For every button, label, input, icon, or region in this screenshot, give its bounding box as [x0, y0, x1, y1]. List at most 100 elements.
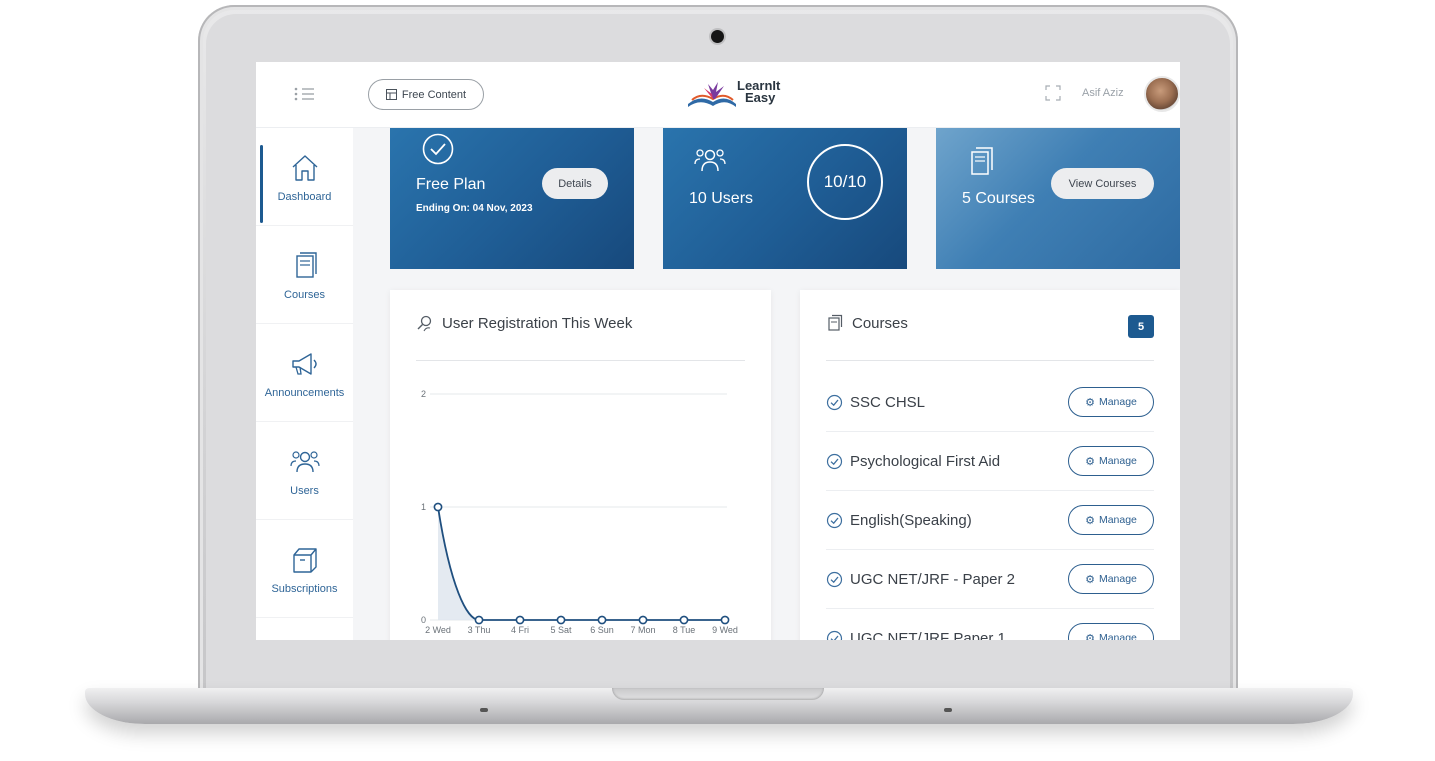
book-icon — [295, 251, 317, 278]
manage-button[interactable]: ⚙ Manage — [1068, 564, 1154, 594]
manage-button[interactable]: ⚙ Manage — [1068, 505, 1154, 535]
laptop-foot — [944, 708, 952, 712]
course-name[interactable]: UGC NET/JRF - Paper 2 — [850, 571, 1068, 588]
y-tick-label: 1 — [421, 502, 426, 512]
sidebar-item-users[interactable]: Users — [256, 422, 353, 520]
sidebar-item-courses[interactable]: Courses — [256, 226, 353, 324]
user-search-icon — [417, 315, 432, 332]
users-ratio-ring: 10/10 — [807, 144, 883, 220]
webcam-icon — [711, 30, 724, 43]
menu-toggle-icon[interactable] — [294, 86, 318, 102]
data-point — [556, 615, 566, 625]
users-card: 10 Users 10/10 — [663, 128, 907, 269]
data-point — [597, 615, 607, 625]
courses-count-badge: 5 — [1128, 315, 1154, 338]
megaphone-icon — [291, 352, 317, 375]
sidebar-item-label: Users — [290, 484, 319, 497]
gear-icon: ⚙ — [1085, 632, 1095, 641]
y-tick-label: 0 — [421, 615, 426, 625]
x-tick-label: 7 Mon — [630, 625, 655, 635]
sidebar-item-subscriptions[interactable]: Subscriptions — [256, 520, 353, 618]
top-bar: Free Content LearnIt Easy Asif Aziz — [256, 62, 1180, 128]
course-name[interactable]: UGC NET/JRF Paper 1 — [850, 630, 1068, 641]
x-tick-label: 5 Sat — [550, 625, 572, 635]
app-screen: Free Content LearnIt Easy Asif Aziz Dash… — [256, 62, 1180, 640]
list-item: UGC NET/JRF - Paper 2 ⚙ Manage — [826, 550, 1154, 609]
gear-icon: ⚙ — [1085, 514, 1095, 527]
list-item: SSC CHSL ⚙ Manage — [826, 373, 1154, 432]
manage-button[interactable]: ⚙ Manage — [1068, 387, 1154, 417]
plan-title: Free Plan — [416, 176, 486, 193]
manage-label: Manage — [1098, 573, 1137, 585]
sidebar-item-label: Courses — [284, 288, 325, 301]
sidebar-item-label: Subscriptions — [271, 582, 338, 595]
view-courses-button[interactable]: View Courses — [1051, 168, 1154, 199]
book-icon — [971, 147, 993, 175]
list-item: English(Speaking) ⚙ Manage — [826, 491, 1154, 550]
courses-panel-header: Courses — [826, 314, 908, 332]
check-circle-icon — [826, 571, 843, 587]
divider — [826, 360, 1154, 361]
user-name[interactable]: Asif Aziz — [1082, 87, 1124, 99]
users-icon — [694, 149, 726, 172]
data-point — [638, 615, 648, 625]
courses-panel: Courses 5 SSC CHSL ⚙ Manage Psychological… — [800, 290, 1180, 640]
manage-button[interactable]: ⚙ Manage — [1068, 623, 1154, 640]
course-name[interactable]: English(Speaking) — [850, 512, 1068, 529]
courses-panel-title: Courses — [852, 314, 908, 332]
series-area — [438, 507, 725, 620]
registration-title: User Registration This Week — [442, 314, 633, 332]
x-tick-label: 6 Sun — [590, 625, 614, 635]
gear-icon: ⚙ — [1085, 455, 1095, 468]
sidebar-item-announcements[interactable]: Announcements — [256, 324, 353, 422]
sidebar-item-label: Dashboard — [277, 190, 332, 203]
list-item: Psychological First Aid ⚙ Manage — [826, 432, 1154, 491]
grid-icon — [385, 89, 397, 100]
courses-title: 5 Courses — [962, 190, 1035, 207]
sidebar-item-label: Announcements — [264, 386, 345, 399]
users-icon — [289, 450, 320, 472]
sidebar: Dashboard Courses Announcements Users Su… — [256, 128, 353, 640]
x-tick-label: 2 Wed — [425, 625, 451, 635]
check-circle-icon — [826, 512, 843, 528]
course-name[interactable]: SSC CHSL — [850, 394, 1068, 411]
manage-label: Manage — [1098, 396, 1137, 408]
laptop-hinge-notch — [612, 688, 824, 700]
details-button[interactable]: Details — [542, 168, 608, 199]
sidebar-item-dashboard[interactable]: Dashboard — [256, 128, 353, 226]
x-tick-label: 4 Fri — [511, 625, 529, 635]
free-content-label: Free Content — [401, 88, 467, 101]
gear-icon: ⚙ — [1085, 396, 1095, 409]
laptop-foot — [480, 708, 488, 712]
data-point — [515, 615, 525, 625]
y-tick-label: 2 — [421, 389, 426, 399]
registration-panel: User Registration This Week 0 1 2 2 Wed 3 Th… — [390, 290, 771, 640]
manage-button[interactable]: ⚙ Manage — [1068, 446, 1154, 476]
x-tick-label: 9 Wed — [712, 625, 738, 635]
registration-chart: 0 1 2 2 Wed 3 Thu 4 Fri 5 Sat 6 Sun 7 Mon 8 Tue 9 … — [421, 389, 738, 635]
box-icon — [292, 547, 317, 573]
data-point — [433, 502, 443, 512]
registration-header: User Registration This Week — [416, 314, 632, 332]
users-title: 10 Users — [689, 190, 754, 207]
laptop-mockup: Free Content LearnIt Easy Asif Aziz Dash… — [0, 0, 1435, 761]
free-content-button[interactable]: Free Content — [368, 79, 484, 110]
plan-card: Free Plan Ending On: 04 Nov, 2023 Detail… — [390, 128, 634, 269]
list-item: UGC NET/JRF Paper 1 ⚙ Manage — [826, 609, 1154, 640]
gear-icon: ⚙ — [1085, 573, 1095, 586]
check-circle-icon — [826, 453, 843, 469]
brand-line-2: Easy — [745, 90, 776, 105]
x-tick-label: 8 Tue — [673, 625, 696, 635]
data-point — [679, 615, 689, 625]
avatar[interactable] — [1144, 76, 1180, 112]
manage-label: Manage — [1098, 632, 1137, 640]
data-point — [720, 615, 730, 625]
brand-name: LearnIt Easy — [737, 79, 780, 105]
divider — [416, 360, 745, 361]
plan-ending-date: Ending On: 04 Nov, 2023 — [416, 203, 533, 214]
fullscreen-icon[interactable] — [1045, 85, 1061, 101]
courses-card: 5 Courses View Courses — [936, 128, 1180, 269]
x-tick-label: 3 Thu — [468, 625, 491, 635]
course-name[interactable]: Psychological First Aid — [850, 453, 1068, 470]
check-circle-icon — [422, 133, 454, 165]
